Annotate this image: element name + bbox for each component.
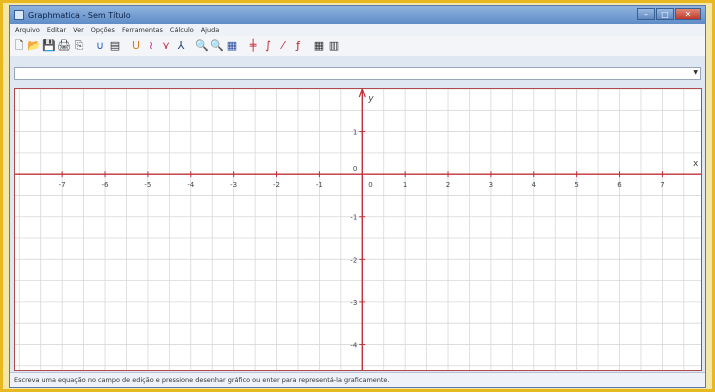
- toolbar: 🗋 📂 💾 🖨 ⎘ ∪ ▤ ᑌ ≀ ⋎ ⅄ 🔍 🔍 ▦ ╪ ∫ ⁄ ƒ ▦ ▥: [10, 36, 705, 56]
- close-button[interactable]: ✕: [675, 8, 701, 20]
- x-tick-label: 5: [574, 181, 578, 189]
- menu-item-0[interactable]: Arquivo: [15, 26, 40, 34]
- title-bar[interactable]: Graphmatica - Sem Título – □ ✕: [10, 6, 705, 24]
- graph-svg: x y -7 -6 -5 -4 -3 -2 -1 1 2 3 4 5 6 7 0 1 0 -1 -2 -3 -4: [15, 87, 701, 370]
- y-tick-label: 1: [353, 129, 357, 137]
- equation-input[interactable]: [15, 75, 679, 87]
- x-tick-label: 1: [403, 181, 407, 189]
- chevron-down-icon[interactable]: ▼: [693, 69, 698, 76]
- y-tick-label: -2: [350, 256, 357, 264]
- x-tick-label: -1: [316, 181, 323, 189]
- x-tick-label: -3: [230, 181, 237, 189]
- tangent-icon[interactable]: ⁄: [277, 39, 289, 53]
- zoom-in-icon[interactable]: 🔍: [195, 39, 209, 53]
- function-icon[interactable]: ƒ: [292, 39, 304, 53]
- window-controls: – □ ✕: [636, 8, 701, 20]
- menu-item-5[interactable]: Cálculo: [170, 26, 194, 34]
- app-window: Graphmatica - Sem Título – □ ✕ Arquivo Ed…: [9, 5, 706, 388]
- x-tick-label: -2: [273, 181, 280, 189]
- menu-bar: Arquivo Editar Ver Opções Ferramentas Cálculo…: [10, 24, 705, 36]
- parabola-icon[interactable]: ∪: [94, 39, 106, 53]
- y-tick-label: -4: [350, 341, 358, 349]
- menu-item-3[interactable]: Opções: [91, 26, 115, 34]
- y-tick-label: 0: [353, 165, 357, 173]
- x-tick-label: -4: [187, 181, 195, 189]
- x-tick-label: 6: [617, 181, 622, 189]
- minimize-button[interactable]: –: [637, 8, 655, 20]
- new-file-icon[interactable]: 🗋: [13, 39, 25, 53]
- save-icon[interactable]: 💾: [42, 39, 56, 53]
- x-tick-label: -7: [59, 181, 66, 189]
- x-tick-label: 3: [489, 181, 493, 189]
- print-icon[interactable]: 🖨: [57, 39, 71, 53]
- open-folder-icon[interactable]: 📂: [27, 39, 41, 53]
- menu-item-1[interactable]: Editar: [47, 26, 66, 34]
- x-tick-label: -6: [102, 181, 110, 189]
- panel-icon[interactable]: ▥: [328, 39, 340, 53]
- status-bar: Escreva uma equação no campo de edição e…: [10, 372, 705, 387]
- graph-wave-icon[interactable]: ≀: [145, 39, 157, 53]
- x-tick-label: 2: [446, 181, 450, 189]
- graph-curve-icon[interactable]: ᑌ: [130, 39, 142, 53]
- x-tick-label: 7: [660, 181, 664, 189]
- x-axis-label: x: [693, 159, 699, 169]
- window-title: Graphmatica - Sem Título: [28, 10, 131, 20]
- x-tick-label: 0: [368, 181, 372, 189]
- menu-item-6[interactable]: Ajuda: [201, 26, 219, 34]
- axes-icon[interactable]: ╪: [247, 39, 259, 53]
- app-icon: [14, 10, 24, 20]
- integral-icon[interactable]: ∫: [262, 39, 274, 53]
- maximize-button[interactable]: □: [656, 8, 674, 20]
- menu-item-2[interactable]: Ver: [73, 26, 84, 34]
- copy-icon[interactable]: ⎘: [73, 39, 85, 53]
- graph-canvas[interactable]: x y -7 -6 -5 -4 -3 -2 -1 1 2 3 4 5 6 7 0 1 0 -1 -2 -3 -4: [14, 87, 702, 371]
- x-tick-label: 4: [532, 181, 537, 189]
- graph-point-icon[interactable]: ⅄: [175, 39, 187, 53]
- zoom-box-icon[interactable]: ▦: [226, 39, 238, 53]
- equation-input-box[interactable]: ▼: [14, 67, 701, 87]
- x-tick-label: -5: [144, 181, 151, 189]
- y-tick-label: -3: [350, 299, 357, 307]
- y-axis-label: y: [367, 94, 374, 104]
- y-tick-label: -1: [350, 214, 357, 222]
- menu-item-4[interactable]: Ferramentas: [122, 26, 163, 34]
- graph-derivative-icon[interactable]: ⋎: [160, 39, 172, 53]
- zoom-out-icon[interactable]: 🔍: [210, 39, 224, 53]
- grid-icon[interactable]: ▦: [313, 39, 325, 53]
- table-icon[interactable]: ▤: [109, 39, 121, 53]
